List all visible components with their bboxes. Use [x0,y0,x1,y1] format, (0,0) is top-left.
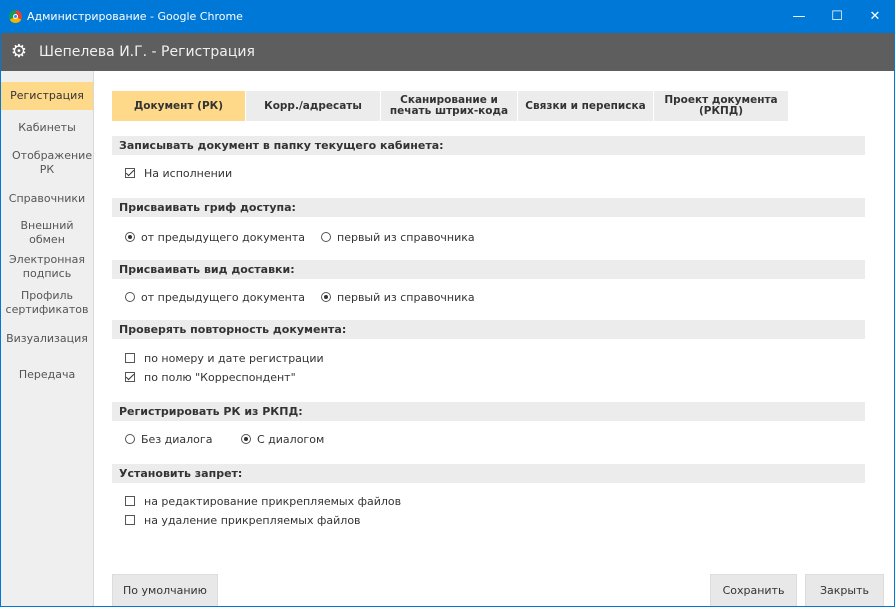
option-label: первый из справочника [337,291,475,304]
sidebar-item-transfer[interactable]: Передача [1,365,93,385]
app-header: ⚙ Шепелева И.Г. - Регистрация [1,33,894,71]
option-label: от предыдущего документа [141,231,306,244]
sidebar-item-references[interactable]: Справочники [1,189,93,209]
default-button[interactable]: По умолчанию [112,574,218,606]
radio[interactable] [125,232,135,242]
tab-draft-rkpd[interactable]: Проект документа (РКПД) [654,91,789,121]
close-window-button[interactable]: ✕ [856,1,894,33]
maximize-button[interactable]: ☐ [818,1,856,33]
checkbox-by-number-date[interactable]: по номеру и дате регистрации [125,351,324,367]
sidebar-item-cabinets[interactable]: Кабинеты [1,118,93,138]
close-button[interactable]: Закрыть [805,574,884,606]
sidebar-item-external-exchange[interactable]: Внешний обмен [17,219,77,247]
radio-delivery-first[interactable]: первый из справочника [321,290,475,306]
radio[interactable] [321,232,331,242]
option-label: первый из справочника [337,231,475,244]
sidebar-item-registration[interactable]: Регистрация [1,82,93,110]
tab-document-rk[interactable]: Документ (РК) [112,91,246,121]
radio-access-first[interactable]: первый из справочника [321,230,475,246]
radio-delivery-previous[interactable]: от предыдущего документа [125,290,305,306]
section-header-delivery: Присваивать вид доставки: [112,260,865,279]
radio-access-previous[interactable]: от предыдущего документа [125,230,305,246]
option-label: С диалогом [257,433,325,446]
option-label: Без диалога [141,433,213,446]
page-title: Шепелева И.Г. - Регистрация [39,44,255,60]
sidebar-item-cert-profile[interactable]: Профиль сертификатов [4,289,90,317]
section-header-ban: Установить запрет: [112,464,865,483]
radio[interactable] [125,434,135,444]
tab-correspondents[interactable]: Корр./адресаты [246,91,381,121]
radio[interactable] [321,292,331,302]
sidebar-item-rk-display[interactable]: Отображение РК [12,149,92,177]
sidebar: Регистрация Кабинеты Отображение РК Спра… [1,71,94,606]
checkbox[interactable] [125,168,135,178]
radio[interactable] [125,292,135,302]
radio-no-dialog[interactable]: Без диалога [125,432,212,448]
checkbox-by-correspondent[interactable]: по полю "Корреспондент" [125,370,296,386]
checkbox[interactable] [125,372,135,382]
checkbox-ban-delete-files[interactable]: на удаление прикрепляемых файлов [125,513,361,529]
section-header-duplicate: Проверять повторность документа: [112,320,865,339]
gear-icon[interactable]: ⚙ [9,42,29,62]
section-header-folder: Записывать документ в папку текущего каб… [112,136,865,155]
window-titlebar: Администрирование - Google Chrome — ☐ ✕ [1,1,894,33]
checkbox[interactable] [125,515,135,525]
tab-links[interactable]: Связки и переписка [518,91,654,121]
option-label: по номеру и дате регистрации [144,352,324,365]
save-button[interactable]: Сохранить [710,574,797,606]
radio-with-dialog[interactable]: С диалогом [241,432,324,448]
checkbox-ban-edit-files[interactable]: на редактирование прикрепляемых файлов [125,494,401,510]
checkbox[interactable] [125,496,135,506]
sidebar-item-e-signature[interactable]: Электронная подпись [7,253,87,281]
tab-scan-print[interactable]: Сканирование и печать штрих-кода [381,91,518,121]
option-label: на редактирование прикрепляемых файлов [144,495,402,508]
browser-window: Администрирование - Google Chrome — ☐ ✕ … [0,0,895,607]
option-label: На исполнении [144,167,233,180]
option-label: от предыдущего документа [141,291,306,304]
window-title: Администрирование - Google Chrome [27,10,243,23]
checkbox[interactable] [125,353,135,363]
section-header-access: Присваивать гриф доступа: [112,198,865,217]
checkbox-on-execution[interactable]: На исполнении [125,166,232,182]
chrome-icon [9,10,22,23]
sidebar-item-visualization[interactable]: Визуализация [1,329,93,349]
minimize-button[interactable]: — [780,1,818,33]
radio[interactable] [241,434,251,444]
option-label: на удаление прикрепляемых файлов [144,514,361,527]
option-label: по полю "Корреспондент" [144,371,296,384]
section-header-rkpd: Регистрировать РК из РКПД: [112,402,865,421]
